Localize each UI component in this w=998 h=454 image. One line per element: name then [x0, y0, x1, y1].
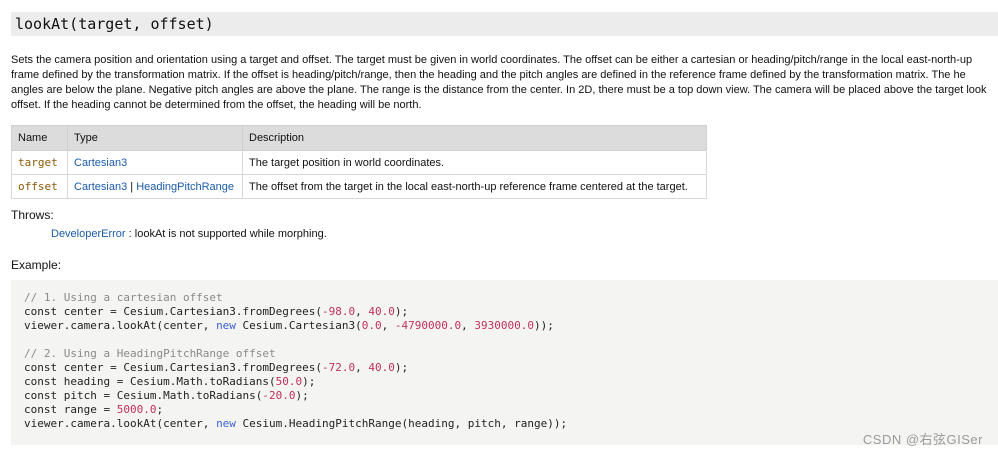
- code-line: viewer.camera.lookAt(center, new Cesium.…: [24, 319, 998, 333]
- type-separator: |: [127, 180, 137, 193]
- code-line: viewer.camera.lookAt(center, new Cesium.…: [24, 417, 998, 431]
- code-text: ;: [156, 403, 164, 416]
- description-line: angles are below the plane. Negative pit…: [11, 84, 987, 96]
- param-type-cell: Cartesian3 | HeadingPitchRange: [67, 174, 243, 199]
- table-header-row: Name Type Description: [11, 125, 707, 151]
- code-number: 5000.0: [116, 403, 157, 416]
- description-line: offset. If the heading cannot be determi…: [11, 99, 422, 111]
- parameters-table: Name Type Description target Cartesian3 …: [11, 125, 707, 199]
- code-line: const center = Cesium.Cartesian3.fromDeg…: [24, 305, 998, 319]
- code-text: ,: [355, 305, 369, 318]
- code-comment: // 1. Using a cartesian offset: [24, 291, 223, 304]
- developer-error-link[interactable]: DeveloperError: [51, 228, 126, 240]
- param-description: The target position in world coordinates…: [242, 150, 707, 175]
- code-text: );: [394, 305, 409, 318]
- code-text: Cesium.Cartesian3(: [235, 319, 362, 332]
- code-line: const center = Cesium.Cartesian3.fromDeg…: [24, 361, 998, 375]
- type-link-headingpitchrange[interactable]: HeadingPitchRange: [136, 181, 234, 193]
- code-text: ,: [381, 319, 395, 332]
- table-row: target Cartesian3 The target position in…: [11, 150, 707, 175]
- type-link-cartesian3[interactable]: Cartesian3: [74, 181, 127, 193]
- method-signature: lookAt(target, offset): [11, 12, 998, 36]
- code-keyword: new: [216, 417, 236, 430]
- code-text: viewer.camera.lookAt(center,: [24, 319, 217, 332]
- code-text: const center = Cesium.Cartesian3.fromDeg…: [24, 305, 323, 318]
- column-header-description: Description: [242, 125, 707, 151]
- code-text: );: [302, 375, 316, 388]
- throws-heading: Throws:: [11, 208, 54, 222]
- watermark: CSDN @右弦GISer: [862, 432, 983, 447]
- param-name-cell: target: [11, 150, 68, 175]
- param-name-cell: offset: [11, 174, 68, 199]
- param-type-cell: Cartesian3: [67, 150, 243, 175]
- param-name: target: [18, 156, 58, 169]
- code-number: -4790000.0: [394, 319, 462, 332]
- code-text: ,: [461, 319, 475, 332]
- throws-message: : lookAt is not supported while morphing…: [125, 228, 327, 240]
- code-number: -72.0: [322, 361, 356, 374]
- description-line: Sets the camera position and orientation…: [11, 54, 973, 66]
- code-text: Cesium.HeadingPitchRange(heading, pitch,…: [235, 417, 568, 430]
- column-header-type: Type: [67, 125, 243, 151]
- throws-entry: DeveloperError : lookAt is not supported…: [51, 228, 327, 240]
- type-link-cartesian3[interactable]: Cartesian3: [74, 157, 127, 169]
- code-line: const heading = Cesium.Math.toRadians(50…: [24, 375, 998, 389]
- method-description: Sets the camera position and orientation…: [11, 53, 998, 113]
- code-text: );: [295, 389, 309, 402]
- code-number: -98.0: [322, 305, 356, 318]
- code-text: const heading = Cesium.Math.toRadians(: [24, 375, 276, 388]
- code-line: const pitch = Cesium.Math.toRadians(-20.…: [24, 389, 998, 403]
- code-line: const range = 5000.0;: [24, 403, 998, 417]
- code-text: viewer.camera.lookAt(center,: [24, 417, 217, 430]
- table-row: offset Cartesian3 | HeadingPitchRange Th…: [11, 174, 707, 199]
- code-line: // 2. Using a HeadingPitchRange offset: [24, 347, 998, 361]
- code-comment: // 2. Using a HeadingPitchRange offset: [24, 347, 276, 360]
- param-name: offset: [18, 180, 58, 193]
- param-description: The offset from the target in the local …: [242, 174, 707, 199]
- description-line: frame defined by the transformation matr…: [11, 69, 966, 81]
- code-number: 3930000.0: [474, 319, 534, 332]
- code-text: ));: [534, 319, 554, 332]
- code-text: const range =: [24, 403, 117, 416]
- code-number: 0.0: [361, 319, 382, 332]
- code-number: 50.0: [275, 375, 303, 388]
- code-number: 40.0: [368, 305, 395, 318]
- code-number: -20.0: [262, 389, 296, 402]
- code-line: // 1. Using a cartesian offset: [24, 291, 998, 305]
- example-heading: Example:: [11, 258, 62, 272]
- column-header-name: Name: [11, 125, 68, 151]
- code-text: ,: [355, 361, 369, 374]
- code-keyword: new: [216, 319, 236, 332]
- code-text: const center = Cesium.Cartesian3.fromDeg…: [24, 361, 323, 374]
- code-text: const pitch = Cesium.Math.toRadians(: [24, 389, 263, 402]
- example-code-block: // 1. Using a cartesian offset const cent…: [11, 280, 998, 445]
- code-text: );: [394, 361, 409, 374]
- code-number: 40.0: [368, 361, 395, 374]
